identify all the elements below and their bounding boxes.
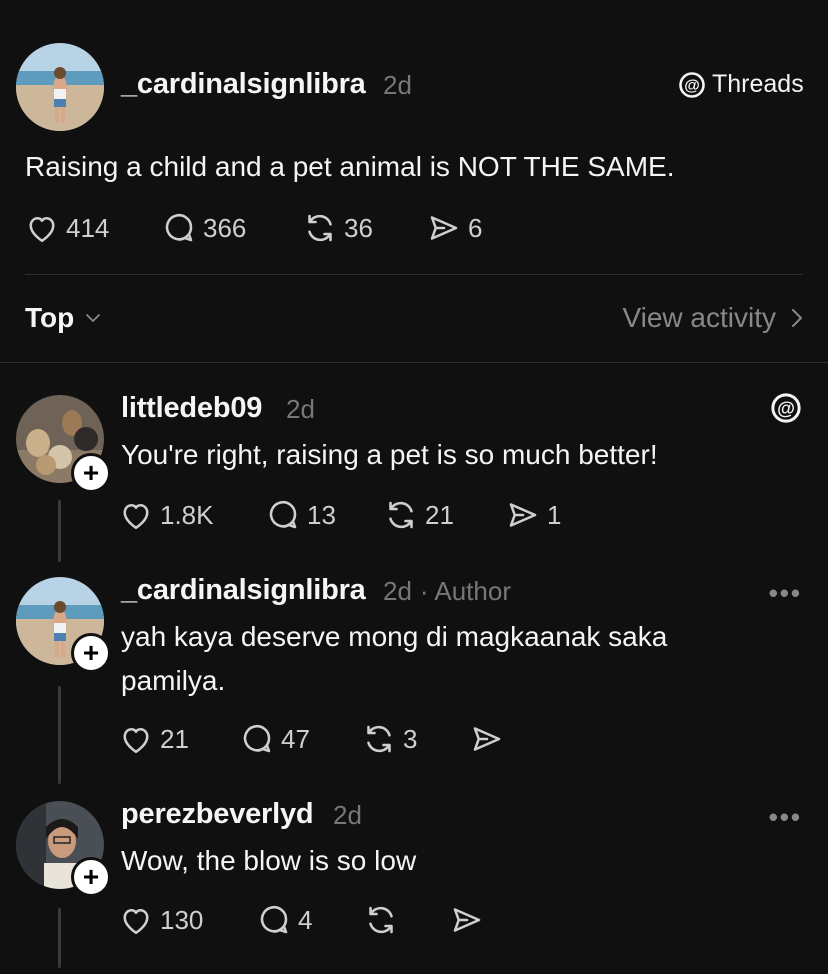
reply-author-name[interactable]: littledeb09 (121, 392, 262, 425)
reply-reply-count: 4 (298, 904, 313, 935)
heart-icon (123, 727, 149, 754)
reply-reply-button[interactable]: 47 (239, 721, 310, 757)
reply-like-count: 21 (160, 723, 189, 754)
comment-icon (269, 500, 297, 529)
send-icon (509, 503, 537, 527)
send-icon (453, 908, 481, 932)
reply-like-count: 130 (160, 904, 204, 935)
comment-icon (243, 724, 271, 753)
reply-author-name[interactable]: _cardinalsignlibra (121, 574, 366, 607)
heart-icon (123, 503, 149, 530)
post-like-count: 414 (66, 212, 110, 243)
reply-repost-count: 3 (403, 723, 418, 754)
reply-share-count: 1 (547, 499, 562, 530)
threads-brand-link[interactable]: @ Threads (678, 70, 804, 99)
post-repost-button[interactable]: 36 (302, 210, 373, 246)
threads-logo-icon: @ (679, 71, 705, 98)
reply-time: 2d (286, 394, 315, 424)
thread-line (58, 500, 61, 562)
repost-icon (389, 501, 413, 529)
view-activity-label: View activity (622, 302, 776, 333)
more-options-button[interactable]: ••• (769, 578, 802, 609)
sort-dropdown[interactable]: Top (25, 302, 102, 334)
reply-repost-button[interactable] (363, 902, 399, 938)
reply-author-name[interactable]: perezbeverlyd (121, 798, 314, 831)
reply-reply-button[interactable]: 13 (265, 497, 336, 533)
send-icon (473, 727, 501, 751)
reply-reply-count: 47 (281, 723, 310, 754)
comment-icon (260, 905, 288, 934)
post-text: Raising a child and a pet animal is NOT … (25, 151, 675, 182)
repost-icon (367, 725, 391, 753)
post-share-button[interactable]: 6 (426, 210, 482, 246)
reply-share-button[interactable]: 1 (505, 497, 561, 533)
reply-text: Wow, the blow is so low (121, 845, 417, 876)
reply-meta: 2d · Author (383, 576, 511, 607)
reply-time: 2d (333, 800, 362, 830)
reply-like-count: 1.8K (160, 499, 214, 530)
post-author-avatar[interactable] (16, 43, 104, 131)
reply-text: You're right, raising a pet is so much b… (121, 439, 658, 470)
reply-repost-count: 21 (425, 499, 454, 530)
reply-text-line1: yah kaya deserve mong di magkaanak saka (121, 621, 668, 652)
reply-reply-button[interactable]: 4 (256, 902, 312, 938)
repost-icon (369, 906, 393, 934)
reply-repost-button[interactable]: 3 (361, 721, 417, 757)
thread-line (58, 686, 61, 784)
chevron-right-icon (792, 309, 802, 327)
heart-icon (29, 216, 55, 243)
follow-plus-button[interactable]: + (71, 453, 111, 493)
view-activity-link[interactable]: View activity (622, 302, 804, 334)
post-divider (25, 274, 803, 275)
author-tag: · Author (419, 576, 511, 606)
reply-time: 2d (383, 576, 412, 606)
chevron-down-icon (86, 314, 101, 322)
reply-share-button[interactable] (469, 721, 505, 757)
reply-like-button[interactable]: 21 (118, 721, 189, 757)
more-options-button[interactable]: ••• (769, 802, 802, 833)
section-divider (0, 362, 828, 363)
reply-like-button[interactable]: 1.8K (118, 497, 214, 533)
send-icon (430, 216, 458, 240)
reply-share-button[interactable] (449, 902, 485, 938)
post-like-button[interactable]: 414 (24, 210, 109, 246)
post-reply-button[interactable]: 366 (161, 210, 246, 246)
post-repost-count: 36 (344, 212, 373, 243)
post-time: 2d (383, 70, 412, 100)
reply-reply-count: 13 (307, 499, 336, 530)
comment-icon (165, 213, 193, 242)
follow-plus-button[interactable]: + (71, 857, 111, 897)
reply-repost-button[interactable]: 21 (383, 497, 454, 533)
svg-text:@: @ (684, 77, 700, 94)
svg-text:@: @ (777, 397, 795, 418)
reply-like-button[interactable]: 130 (118, 902, 203, 938)
heart-icon (123, 908, 149, 935)
follow-plus-button[interactable]: + (71, 633, 111, 673)
post-share-count: 6 (468, 212, 483, 243)
repost-icon (308, 214, 332, 242)
sort-label: Top (25, 302, 75, 333)
threads-brand-label: Threads (712, 70, 804, 98)
reply-text-line2: pamilya. (121, 665, 226, 696)
thread-line (58, 908, 61, 968)
threads-icon[interactable]: @ (770, 392, 802, 429)
post-reply-count: 366 (203, 212, 247, 243)
post-author-name[interactable]: _cardinalsignlibra (121, 68, 366, 101)
